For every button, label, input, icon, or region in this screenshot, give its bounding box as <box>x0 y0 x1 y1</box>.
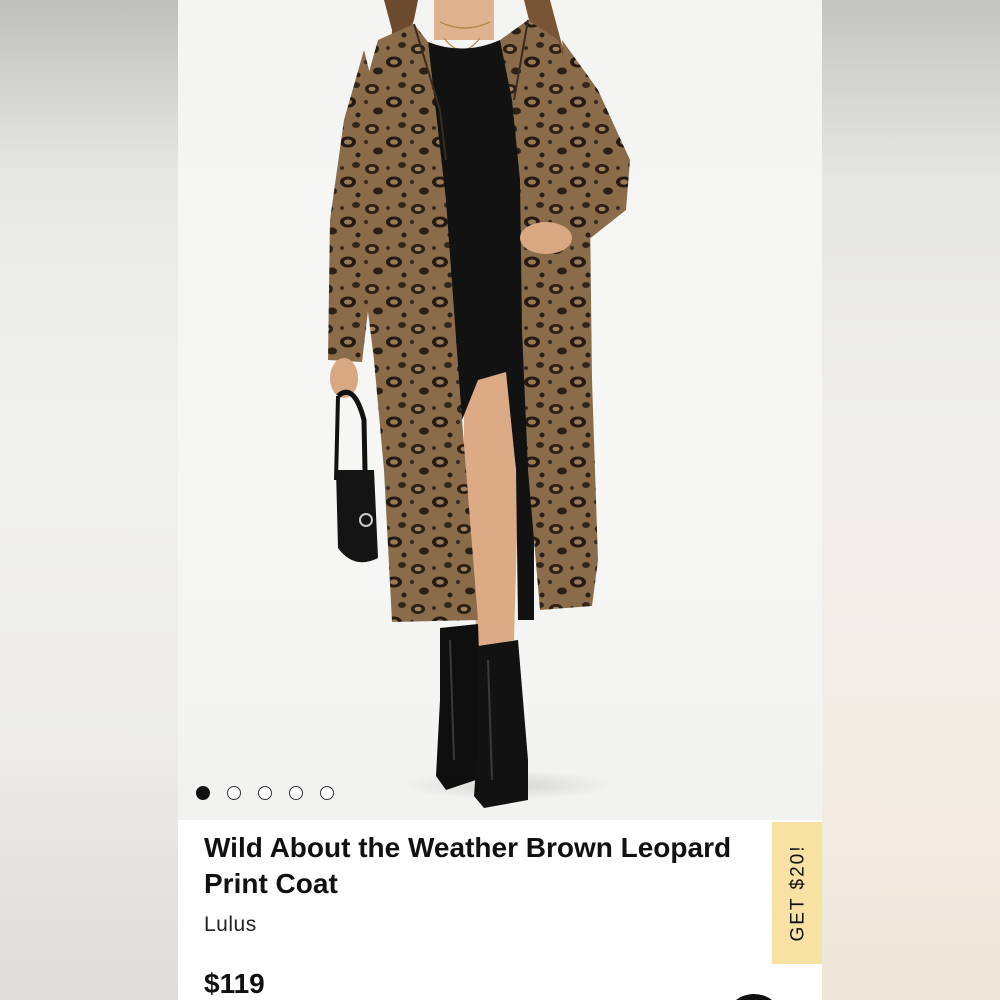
product-photo <box>328 0 630 808</box>
carousel-dot-2[interactable] <box>227 786 241 800</box>
carousel-dot-4[interactable] <box>289 786 303 800</box>
carousel-dot-5[interactable] <box>320 786 334 800</box>
product-image-carousel[interactable] <box>178 0 822 820</box>
product-page: Wild About the Weather Brown Leopard Pri… <box>178 0 822 1000</box>
product-title-line-1: Wild About the Weather Brown Leopard <box>204 832 732 863</box>
floor-shadow <box>398 770 618 800</box>
product-title: Wild About the Weather Brown Leopard Pri… <box>204 830 804 902</box>
screenshot-margin-left <box>0 0 178 1000</box>
product-price: $119 <box>204 968 265 999</box>
carousel-dots[interactable] <box>196 786 334 800</box>
carousel-dot-1[interactable] <box>196 786 210 800</box>
product-brand[interactable]: Lulus <box>204 913 257 937</box>
screenshot-margin-right <box>822 0 1000 1000</box>
promo-tab-button[interactable]: GET $20! <box>772 822 822 964</box>
chat-bubble-icon[interactable] <box>724 994 784 1000</box>
product-title-line-2: Print Coat <box>204 868 338 899</box>
promo-tab-label: GET $20! <box>787 844 809 942</box>
carousel-dot-3[interactable] <box>258 786 272 800</box>
